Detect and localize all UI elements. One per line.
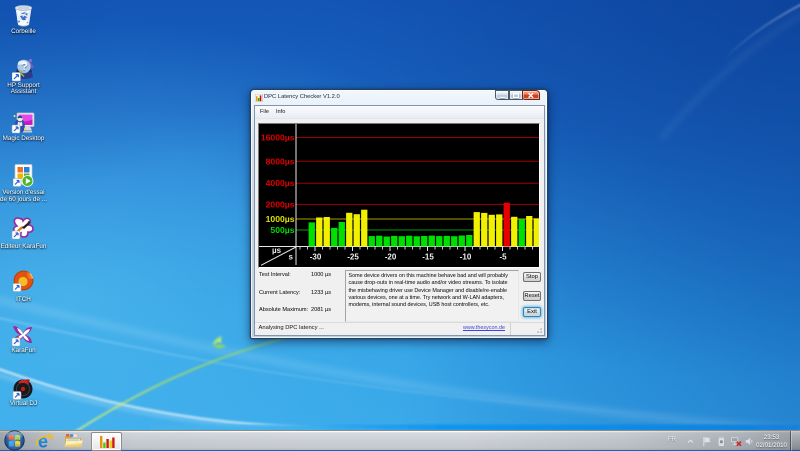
svg-text:-10: -10	[459, 252, 471, 261]
svg-text:16000µs: 16000µs	[260, 132, 294, 142]
svg-text:-5: -5	[499, 252, 507, 261]
svg-text:-15: -15	[422, 252, 434, 261]
svg-text:4000µs: 4000µs	[265, 178, 294, 188]
svg-text:-20: -20	[384, 252, 396, 261]
svg-text:500µs: 500µs	[270, 225, 294, 235]
svg-text:µs: µs	[272, 246, 282, 255]
svg-text:-25: -25	[347, 252, 359, 261]
svg-text:8000µs: 8000µs	[265, 156, 294, 166]
svg-text:e: e	[38, 432, 48, 451]
svg-text:s: s	[288, 252, 293, 261]
svg-text:-30: -30	[309, 252, 321, 261]
svg-text:1000µs: 1000µs	[265, 214, 294, 224]
svg-text:2000µs: 2000µs	[265, 199, 294, 209]
